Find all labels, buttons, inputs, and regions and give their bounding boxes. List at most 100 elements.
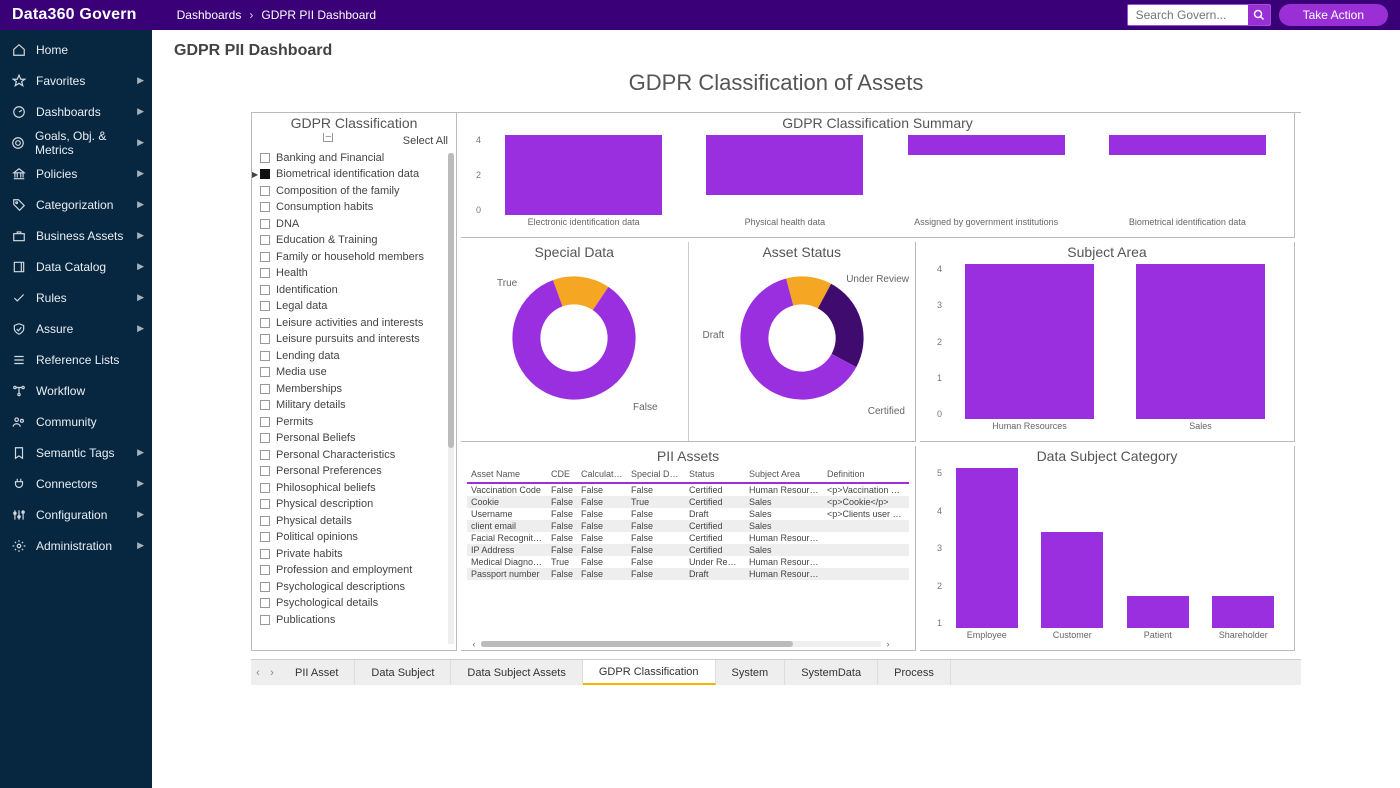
nav-administration[interactable]: Administration▶: [0, 530, 152, 561]
filter-item[interactable]: Lending data: [260, 348, 448, 365]
filter-item[interactable]: Family or household members: [260, 249, 448, 266]
filter-item[interactable]: Memberships: [260, 381, 448, 398]
tab-data-subject[interactable]: Data Subject: [355, 660, 451, 685]
chevron-right-icon: ▶: [137, 230, 144, 241]
nav-configuration[interactable]: Configuration▶: [0, 499, 152, 530]
donut-segment[interactable]: [558, 290, 601, 298]
bar[interactable]: [505, 135, 662, 215]
filter-item[interactable]: Personal Characteristics: [260, 447, 448, 464]
column-header[interactable]: Subject Area: [745, 468, 823, 480]
bar[interactable]: [1109, 135, 1266, 155]
table-row[interactable]: Medical DiagnosisTrueFalseFalseUnder Rev…: [467, 556, 909, 568]
tags-icon: [10, 198, 28, 212]
nav-rules[interactable]: Rules▶: [0, 282, 152, 313]
filter-item[interactable]: Leisure pursuits and interests: [260, 331, 448, 348]
filter-item[interactable]: Publications: [260, 612, 448, 629]
filter-item[interactable]: Physical details: [260, 513, 448, 530]
tab-nav-prev[interactable]: ‹: [251, 660, 265, 685]
nav-categorization[interactable]: Categorization▶: [0, 189, 152, 220]
column-header[interactable]: Special Data: [627, 468, 685, 480]
bar[interactable]: [1127, 596, 1189, 628]
tab-systemdata[interactable]: SystemData: [785, 660, 878, 685]
tab-gdpr-classification[interactable]: GDPR Classification: [583, 660, 716, 685]
chevron-left-icon[interactable]: ‹: [467, 639, 481, 649]
bar[interactable]: [956, 468, 1018, 628]
bar[interactable]: [908, 135, 1065, 155]
filter-item[interactable]: Personal Beliefs: [260, 430, 448, 447]
filter-item[interactable]: Leisure activities and interests: [260, 315, 448, 332]
filter-select-all[interactable]: Select All: [260, 133, 448, 150]
column-header[interactable]: Definition: [823, 468, 909, 480]
column-header[interactable]: Asset Name: [467, 468, 547, 480]
checkbox-icon: [260, 582, 270, 592]
nav-workflow[interactable]: Workflow: [0, 375, 152, 406]
nav-community[interactable]: Community: [0, 406, 152, 437]
donut-segment[interactable]: [789, 290, 824, 296]
filter-item[interactable]: Composition of the family: [260, 183, 448, 200]
filter-item[interactable]: Education & Training: [260, 232, 448, 249]
chevron-right-icon: ›: [249, 8, 253, 22]
filter-item[interactable]: Political opinions: [260, 529, 448, 546]
column-header[interactable]: Status: [685, 468, 745, 480]
filter-item[interactable]: Psychological details: [260, 595, 448, 612]
donut-segment[interactable]: [527, 293, 622, 385]
nav-home[interactable]: Home: [0, 34, 152, 65]
column-header[interactable]: Calculated: [577, 468, 627, 480]
filter-item[interactable]: Psychological descriptions: [260, 579, 448, 596]
chevron-right-icon[interactable]: ›: [881, 639, 895, 649]
filter-item[interactable]: Media use: [260, 364, 448, 381]
search-input[interactable]: [1128, 5, 1248, 25]
table-row[interactable]: IP AddressFalseFalseFalseCertifiedSales: [467, 544, 909, 556]
bar[interactable]: [706, 135, 863, 195]
filter-item[interactable]: DNA: [260, 216, 448, 233]
table-row[interactable]: UsernameFalseFalseFalseDraftSales<p>Clie…: [467, 508, 909, 520]
table-row[interactable]: Vaccination CodeFalseFalseFalseCertified…: [467, 484, 909, 496]
table-row[interactable]: CookieFalseFalseTrueCertifiedSales<p>Coo…: [467, 496, 909, 508]
breadcrumb-dashboards[interactable]: Dashboards: [177, 8, 242, 22]
checkbox-icon: [260, 351, 270, 361]
filter-item[interactable]: Identification: [260, 282, 448, 299]
tab-process[interactable]: Process: [878, 660, 951, 685]
filter-item[interactable]: Private habits: [260, 546, 448, 563]
nav-reference-lists[interactable]: Reference Lists: [0, 344, 152, 375]
bar[interactable]: [1041, 532, 1103, 628]
nav-favorites[interactable]: Favorites▶: [0, 65, 152, 96]
nav-connectors[interactable]: Connectors▶: [0, 468, 152, 499]
filter-item[interactable]: Banking and Financial: [260, 150, 448, 167]
filter-item[interactable]: Profession and employment: [260, 562, 448, 579]
tab-data-subject-assets[interactable]: Data Subject Assets: [451, 660, 582, 685]
nav-semantic-tags[interactable]: Semantic Tags▶: [0, 437, 152, 468]
tab-nav-next[interactable]: ›: [265, 660, 279, 685]
bar[interactable]: [1136, 264, 1266, 419]
table-row[interactable]: Passport numberFalseFalseFalseDraftHuman…: [467, 568, 909, 580]
scrollbar-vertical[interactable]: [448, 153, 454, 644]
filter-item[interactable]: Permits: [260, 414, 448, 431]
axis-label: Biometrical identification data: [1087, 217, 1288, 233]
donut-segment[interactable]: [824, 296, 849, 360]
table-row[interactable]: client emailFalseFalseFalseCertifiedSale…: [467, 520, 909, 532]
bar[interactable]: [965, 264, 1095, 419]
filter-item[interactable]: Personal Preferences: [260, 463, 448, 480]
filter-item[interactable]: Health: [260, 265, 448, 282]
filter-item[interactable]: Legal data: [260, 298, 448, 315]
filter-item[interactable]: Philosophical beliefs: [260, 480, 448, 497]
nav-data-catalog[interactable]: Data Catalog▶: [0, 251, 152, 282]
nav-label: Dashboards: [36, 105, 101, 119]
nav-assure[interactable]: Assure▶: [0, 313, 152, 344]
filter-item[interactable]: Physical description: [260, 496, 448, 513]
search-button[interactable]: [1248, 5, 1270, 25]
take-action-button[interactable]: Take Action: [1279, 4, 1388, 26]
filter-item[interactable]: Military details: [260, 397, 448, 414]
bar[interactable]: [1212, 596, 1274, 628]
tab-system[interactable]: System: [716, 660, 786, 685]
tab-pii-asset[interactable]: PII Asset: [279, 660, 355, 685]
column-header[interactable]: CDE: [547, 468, 577, 480]
nav-business-assets[interactable]: Business Assets▶: [0, 220, 152, 251]
nav-dashboards[interactable]: Dashboards▶: [0, 96, 152, 127]
filter-item[interactable]: Consumption habits: [260, 199, 448, 216]
scrollbar-horizontal[interactable]: ‹ ›: [467, 640, 895, 648]
nav-policies[interactable]: Policies▶: [0, 158, 152, 189]
nav-goals-obj-metrics[interactable]: Goals, Obj. & Metrics▶: [0, 127, 152, 158]
filter-item[interactable]: ▶Biometrical identification data: [260, 166, 448, 183]
table-row[interactable]: Facial RecognitionFalseFalseFalseCertifi…: [467, 532, 909, 544]
